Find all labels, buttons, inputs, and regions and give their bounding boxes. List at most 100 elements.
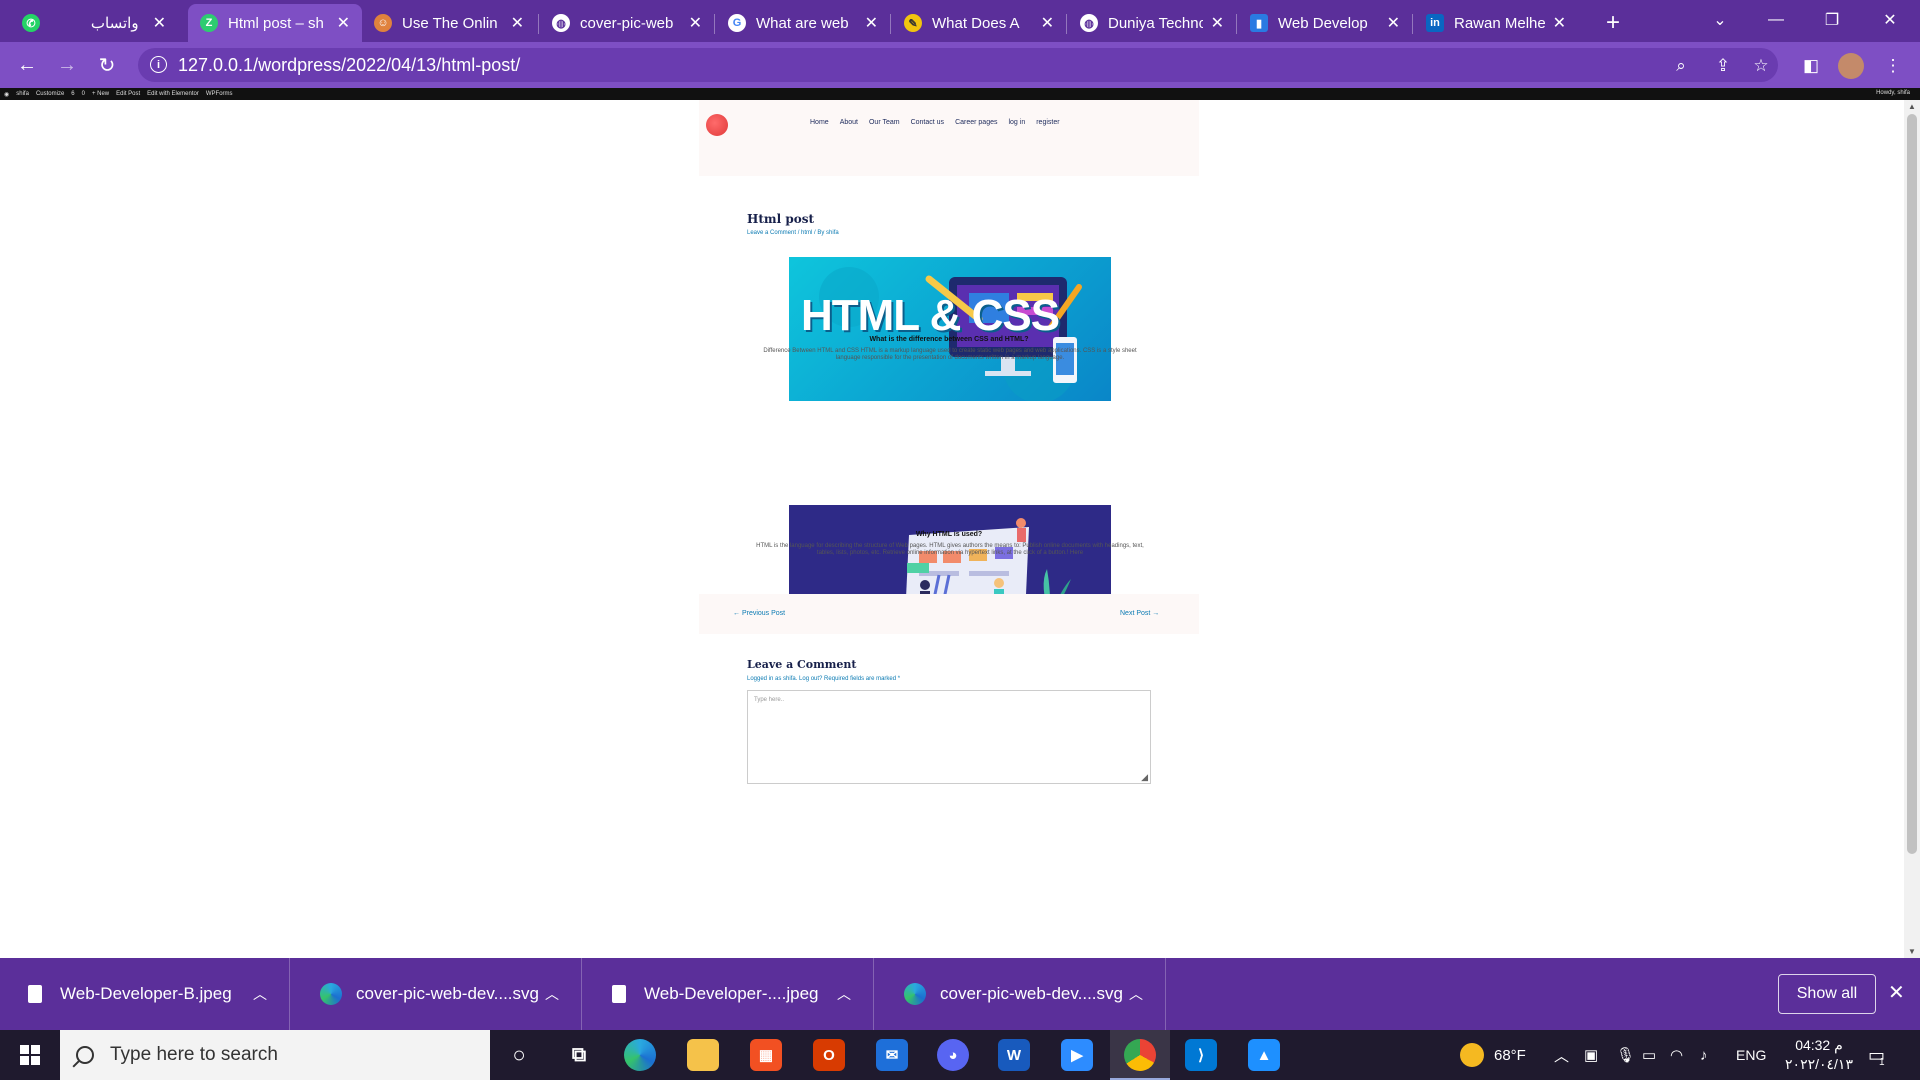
start-button[interactable] bbox=[0, 1030, 60, 1080]
chrome-icon[interactable] bbox=[1124, 1039, 1156, 1071]
zoom-icon[interactable]: ⌕ bbox=[1668, 53, 1694, 79]
menu-item-home[interactable]: Home bbox=[810, 119, 829, 126]
wp-admin-item[interactable]: 6 bbox=[71, 91, 74, 97]
menu-item-our-team[interactable]: Our Team bbox=[869, 119, 900, 126]
wp-admin-item[interactable]: WPForms bbox=[206, 91, 233, 97]
page-scrollbar[interactable]: ▲ ▼ bbox=[1904, 100, 1920, 958]
wp-admin-item[interactable]: Edit Post bbox=[116, 91, 140, 97]
wp-logo-icon[interactable]: ◉ bbox=[4, 91, 9, 98]
profile-avatar[interactable] bbox=[1838, 53, 1864, 79]
tab-separator bbox=[890, 14, 891, 34]
scroll-down-icon[interactable]: ▼ bbox=[1908, 947, 1916, 956]
share-icon[interactable]: ⇪ bbox=[1710, 53, 1736, 79]
battery-icon[interactable]: ▭ bbox=[1642, 1030, 1656, 1080]
reload-button[interactable]: ↻ bbox=[92, 50, 122, 80]
tab-search-chevron-icon[interactable]: ⌄ bbox=[1692, 0, 1748, 40]
restore-button[interactable]: ❐ bbox=[1804, 0, 1860, 40]
chevron-up-icon[interactable]: ︿ bbox=[1129, 984, 1143, 1004]
site-info-icon[interactable]: i bbox=[150, 56, 167, 73]
comment-textarea[interactable]: Type here.. ◢ bbox=[747, 690, 1151, 784]
menu-item-career[interactable]: Career pages bbox=[955, 119, 997, 126]
resize-handle-icon[interactable]: ◢ bbox=[1141, 772, 1148, 783]
section1-text: Difference Between HTML and CSS HTML is … bbox=[763, 348, 1137, 361]
wp-admin-item[interactable]: Edit with Elementor bbox=[147, 91, 199, 97]
wp-admin-item[interactable]: + New bbox=[92, 91, 109, 97]
tab-what-does-a[interactable]: ✎ What Does A ✕ bbox=[892, 4, 1066, 42]
site-icon: Z bbox=[200, 14, 218, 32]
minimize-button[interactable]: — bbox=[1748, 0, 1804, 40]
discord-icon[interactable]: ◕ bbox=[937, 1039, 969, 1071]
menu-item-register[interactable]: register bbox=[1036, 119, 1059, 126]
meet-now-icon[interactable]: ▣ bbox=[1584, 1030, 1598, 1080]
input-language[interactable]: ENG bbox=[1736, 1030, 1766, 1080]
show-all-button[interactable]: Show all bbox=[1778, 974, 1876, 1014]
download-item[interactable]: cover-pic-web-dev....svg ︿ bbox=[292, 958, 582, 1030]
close-tab-icon[interactable]: ✕ bbox=[865, 13, 878, 33]
close-tab-icon[interactable]: ✕ bbox=[1387, 13, 1400, 33]
post-meta[interactable]: Leave a Comment / html / By shifa bbox=[747, 230, 839, 236]
weather-widget[interactable]: 68°F bbox=[1460, 1030, 1526, 1080]
tab-use-the-online[interactable]: ☺ Use The Onlin ✕ bbox=[362, 4, 536, 42]
system-clock[interactable]: 04:32 م ٢٠٢٢/٠٤/١٣ bbox=[1778, 1036, 1860, 1074]
taskbar-search[interactable]: Type here to search bbox=[60, 1030, 490, 1080]
address-bar[interactable]: i 127.0.0.1/wordpress/2022/04/13/html-po… bbox=[138, 48, 1778, 82]
download-item[interactable]: Web-Developer-B.jpeg ︿ bbox=[0, 958, 290, 1030]
previous-post-link[interactable]: ← Previous Post bbox=[733, 610, 785, 617]
zoom-app-icon[interactable]: ▶ bbox=[1061, 1039, 1093, 1071]
close-tab-icon[interactable]: ✕ bbox=[1211, 13, 1224, 33]
notification-center[interactable]: ▭ 1 bbox=[1868, 1030, 1885, 1080]
scroll-up-icon[interactable]: ▲ bbox=[1908, 102, 1916, 111]
close-window-button[interactable]: ✕ bbox=[1862, 0, 1918, 40]
office-icon[interactable]: O bbox=[813, 1039, 845, 1071]
mail-icon[interactable]: ✉ bbox=[876, 1039, 908, 1071]
tab-rawan-melhem[interactable]: in Rawan Melhe ✕ bbox=[1414, 4, 1578, 42]
menu-item-about[interactable]: About bbox=[840, 119, 858, 126]
close-tab-icon[interactable]: ✕ bbox=[689, 13, 702, 33]
menu-item-login[interactable]: log in bbox=[1008, 119, 1025, 126]
scrollbar-thumb[interactable] bbox=[1907, 114, 1917, 854]
close-tab-icon[interactable]: ✕ bbox=[153, 13, 166, 33]
tab-what-are-web[interactable]: G What are web ✕ bbox=[716, 4, 890, 42]
forward-button[interactable]: → bbox=[52, 50, 82, 80]
back-button[interactable]: ← bbox=[12, 50, 42, 80]
edge-icon[interactable] bbox=[624, 1039, 656, 1071]
wp-howdy[interactable]: Howdy, shifa bbox=[1876, 90, 1910, 96]
chevron-up-icon[interactable]: ︿ bbox=[837, 984, 851, 1004]
new-tab-button[interactable]: + bbox=[1594, 4, 1634, 42]
cortana-icon[interactable]: ○ bbox=[503, 1039, 535, 1071]
close-tab-icon[interactable]: ✕ bbox=[1041, 13, 1054, 33]
tray-chevron-icon[interactable]: ︿ bbox=[1554, 1030, 1569, 1080]
download-item[interactable]: Web-Developer-....jpeg ︿ bbox=[584, 958, 874, 1030]
download-item[interactable]: cover-pic-web-dev....svg ︿ bbox=[876, 958, 1166, 1030]
side-panel-icon[interactable]: ◧ bbox=[1798, 53, 1824, 79]
wp-admin-item[interactable]: 0 bbox=[82, 91, 85, 97]
word-icon[interactable]: W bbox=[998, 1039, 1030, 1071]
photos-icon[interactable]: ▲ bbox=[1248, 1039, 1280, 1071]
menu-item-contact[interactable]: Contact us bbox=[911, 119, 944, 126]
tab-duniya-techno[interactable]: ◍ Duniya Techno ✕ bbox=[1068, 4, 1236, 42]
next-post-link[interactable]: Next Post → bbox=[1120, 610, 1159, 617]
site-logo[interactable] bbox=[706, 114, 728, 136]
close-downloads-icon[interactable]: ✕ bbox=[1888, 980, 1905, 1005]
vscode-icon[interactable]: ⟩ bbox=[1185, 1039, 1217, 1071]
microphone-icon[interactable]: 🎙 bbox=[1616, 1030, 1635, 1080]
close-tab-icon[interactable]: ✕ bbox=[1553, 13, 1566, 33]
volume-icon[interactable]: ♪ bbox=[1700, 1030, 1708, 1080]
tab-html-post[interactable]: Z Html post – sh ✕ bbox=[188, 4, 362, 42]
chevron-up-icon[interactable]: ︿ bbox=[545, 984, 559, 1004]
menu-kebab-icon[interactable]: ⋮ bbox=[1880, 53, 1906, 79]
tab-cover-pic[interactable]: ◍ cover-pic-web ✕ bbox=[540, 4, 714, 42]
file-explorer-icon[interactable] bbox=[687, 1039, 719, 1071]
tab-whatsapp[interactable]: ✆ واتساب ✕ bbox=[10, 4, 178, 42]
store-icon[interactable]: ▦ bbox=[750, 1039, 782, 1071]
close-tab-icon[interactable]: ✕ bbox=[511, 13, 524, 33]
chevron-up-icon[interactable]: ︿ bbox=[253, 984, 267, 1004]
tab-web-develop[interactable]: ▮ Web Develop ✕ bbox=[1238, 4, 1412, 42]
wp-admin-item[interactable]: Customize bbox=[36, 91, 64, 97]
task-view-icon[interactable]: ⧉ bbox=[563, 1039, 595, 1071]
comment-note[interactable]: Logged in as shifa. Log out? Required fi… bbox=[747, 676, 900, 682]
close-tab-icon[interactable]: ✕ bbox=[337, 13, 350, 33]
bookmark-star-icon[interactable]: ☆ bbox=[1748, 53, 1774, 79]
wifi-icon[interactable]: ◠ bbox=[1670, 1030, 1683, 1080]
wp-admin-item[interactable]: shifa bbox=[16, 91, 29, 97]
